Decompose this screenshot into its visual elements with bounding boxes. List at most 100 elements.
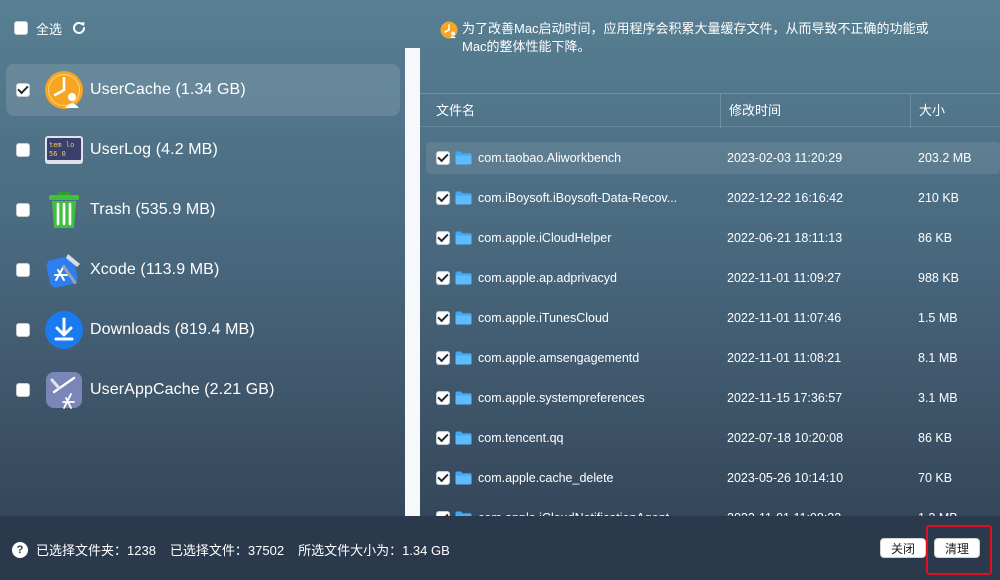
file-modified: 2023-02-03 11:20:29 — [727, 151, 843, 165]
file-modified: 2022-12-22 16:16:42 — [727, 191, 844, 205]
folder-icon — [455, 191, 472, 205]
category-checkbox[interactable] — [16, 83, 30, 97]
file-modified: 2022-07-18 10:20:08 — [727, 431, 844, 445]
file-checkbox[interactable] — [436, 471, 450, 485]
file-table-header: 文件名 修改时间 大小 — [420, 93, 1000, 128]
category-trash[interactable]: Trash (535.9 MB) — [6, 184, 400, 236]
file-modified: 2022-11-01 11:07:46 — [727, 311, 842, 325]
file-name: com.tencent.qq — [478, 431, 564, 445]
folder-icon — [455, 271, 472, 285]
file-modified: 2022-11-01 11:08:21 — [727, 351, 842, 365]
file-row[interactable]: com.apple.ap.adprivacyd 2022-11-01 11:09:… — [426, 262, 1000, 294]
file-row[interactable]: com.apple.iTunesCloud 2022-11-01 11:07:46… — [426, 302, 1000, 334]
column-header-name[interactable]: 文件名 — [436, 94, 475, 128]
file-row[interactable]: com.apple.iCloudHelper 2022-06-21 18:11:1… — [426, 222, 1000, 254]
appstore-icon — [44, 370, 84, 410]
file-row[interactable]: com.iBoysoft.iBoysoft-Data-Recov... 2022-… — [426, 182, 1000, 214]
app-window: 全选 UserCache (1.34 GB) tem lo 56 0 UserLog … — [0, 0, 1000, 580]
status-bar: ? 已选择文件夹：1238 已选择文件：37502 所选文件大小为：1.34 G… — [0, 516, 1000, 580]
folder-icon — [455, 391, 472, 405]
file-row[interactable]: com.apple.amsengagementd 2022-11-01 11:08… — [426, 342, 1000, 374]
folder-icon — [455, 431, 472, 445]
file-row[interactable]: com.taobao.Aliworkbench 2023-02-03 11:20:… — [426, 142, 1000, 174]
category-userlog[interactable]: tem lo 56 0 UserLog (4.2 MB) — [6, 124, 400, 176]
file-name: com.apple.cache_delete — [478, 471, 614, 485]
folder-icon — [455, 471, 472, 485]
file-checkbox[interactable] — [436, 351, 450, 365]
selected-files-count: 已选择文件：37502 — [169, 543, 285, 558]
clock-user-icon — [440, 21, 458, 39]
file-name: com.apple.amsengagementd — [478, 351, 640, 365]
file-pane: 为了改善Mac启动时间，应用程序会积累大量缓存文件，从而导致不正确的功能或 Ma… — [420, 0, 1000, 516]
selected-folders-count: 已选择文件夹：1238 — [36, 543, 156, 558]
category-checkbox[interactable] — [16, 143, 30, 157]
notice-line-2: Mac的整体性能下降。 — [462, 39, 591, 54]
userlog-icon-text-2: 56 0 — [49, 150, 66, 158]
category-pane: 全选 UserCache (1.34 GB) tem lo 56 0 UserLog … — [0, 0, 405, 516]
file-row[interactable]: com.apple.cache_delete 2023-05-26 10:14:1… — [426, 462, 1000, 494]
clean-button-highlight — [926, 525, 992, 575]
file-row[interactable]: com.tencent.qq 2022-07-18 10:20:08 86 KB — [426, 422, 1000, 454]
file-modified: 2022-06-21 18:11:13 — [727, 231, 843, 245]
select-all-checkbox[interactable] — [14, 21, 28, 35]
category-label: Xcode (113.9 MB) — [90, 261, 220, 278]
file-checkbox[interactable] — [436, 391, 450, 405]
category-scrollbar[interactable] — [405, 48, 420, 516]
category-label: UserAppCache (2.21 GB) — [90, 381, 275, 398]
file-checkbox[interactable] — [436, 311, 450, 325]
folder-icon — [455, 311, 472, 325]
userlog-console-icon: tem lo 56 0 — [44, 130, 84, 170]
file-modified: 2022-11-01 11:09:27 — [727, 271, 842, 285]
file-checkbox[interactable] — [436, 431, 450, 445]
file-row[interactable]: com.apple.systempreferences 2022-11-15 17… — [426, 382, 1000, 414]
usercache-clock-icon — [44, 70, 84, 110]
folder-icon — [455, 151, 472, 165]
file-name: com.apple.iCloudHelper — [478, 231, 612, 245]
close-button[interactable]: 关闭 — [880, 538, 926, 558]
column-header-size[interactable]: 大小 — [910, 94, 945, 128]
category-checkbox[interactable] — [16, 323, 30, 337]
category-label: Trash (535.9 MB) — [90, 201, 216, 218]
file-name: com.iBoysoft.iBoysoft-Data-Recov... — [478, 191, 678, 205]
category-usercache[interactable]: UserCache (1.34 GB) — [6, 64, 400, 116]
file-size: 1.5 MB — [918, 311, 958, 325]
category-checkbox[interactable] — [16, 203, 30, 217]
column-header-modified[interactable]: 修改时间 — [720, 94, 781, 128]
file-size: 988 KB — [918, 271, 960, 285]
category-label: UserCache (1.34 GB) — [90, 81, 246, 98]
select-all-label: 全选 — [36, 21, 63, 37]
category-label: UserLog (4.2 MB) — [90, 141, 218, 158]
file-size: 3.1 MB — [918, 391, 958, 405]
category-checkbox[interactable] — [16, 383, 30, 397]
xcode-icon — [44, 250, 84, 290]
file-checkbox[interactable] — [436, 271, 450, 285]
folder-icon — [455, 231, 472, 245]
file-modified: 2023-05-26 10:14:10 — [727, 471, 844, 485]
notice-line-1: 为了改善Mac启动时间，应用程序会积累大量缓存文件，从而导致不正确的功能或 — [462, 21, 929, 36]
help-icon[interactable]: ? — [12, 541, 28, 558]
category-xcode[interactable]: Xcode (113.9 MB) — [6, 244, 400, 296]
folder-icon — [455, 351, 472, 365]
file-size: 86 KB — [918, 431, 953, 445]
notice: 为了改善Mac启动时间，应用程序会积累大量缓存文件，从而导致不正确的功能或 Ma… — [440, 20, 980, 56]
file-checkbox[interactable] — [436, 151, 450, 165]
file-checkbox[interactable] — [436, 191, 450, 205]
file-size: 8.1 MB — [918, 351, 958, 365]
selected-size: 所选文件大小为：1.34 GB — [298, 543, 450, 558]
category-downloads[interactable]: Downloads (819.4 MB) — [6, 304, 400, 356]
file-checkbox[interactable] — [436, 231, 450, 245]
file-list: com.taobao.Aliworkbench 2023-02-03 11:20:… — [420, 138, 1000, 516]
select-all[interactable]: 全选 — [14, 18, 88, 38]
category-checkbox[interactable] — [16, 263, 30, 277]
category-label: Downloads (819.4 MB) — [90, 321, 255, 338]
category-userappcache[interactable]: UserAppCache (2.21 GB) — [6, 364, 400, 416]
file-modified: 2022-11-15 17:36:57 — [727, 391, 843, 405]
file-name: com.apple.ap.adprivacyd — [478, 271, 617, 285]
file-name: com.apple.systempreferences — [478, 391, 645, 405]
file-size: 70 KB — [918, 471, 953, 485]
file-name: com.apple.iTunesCloud — [478, 311, 609, 325]
file-size: 210 KB — [918, 191, 960, 205]
file-size: 203.2 MB — [918, 151, 972, 165]
refresh-icon[interactable] — [70, 19, 88, 37]
file-row[interactable]: com.apple.iCloudNotificationAgent2022-11… — [426, 502, 1000, 516]
